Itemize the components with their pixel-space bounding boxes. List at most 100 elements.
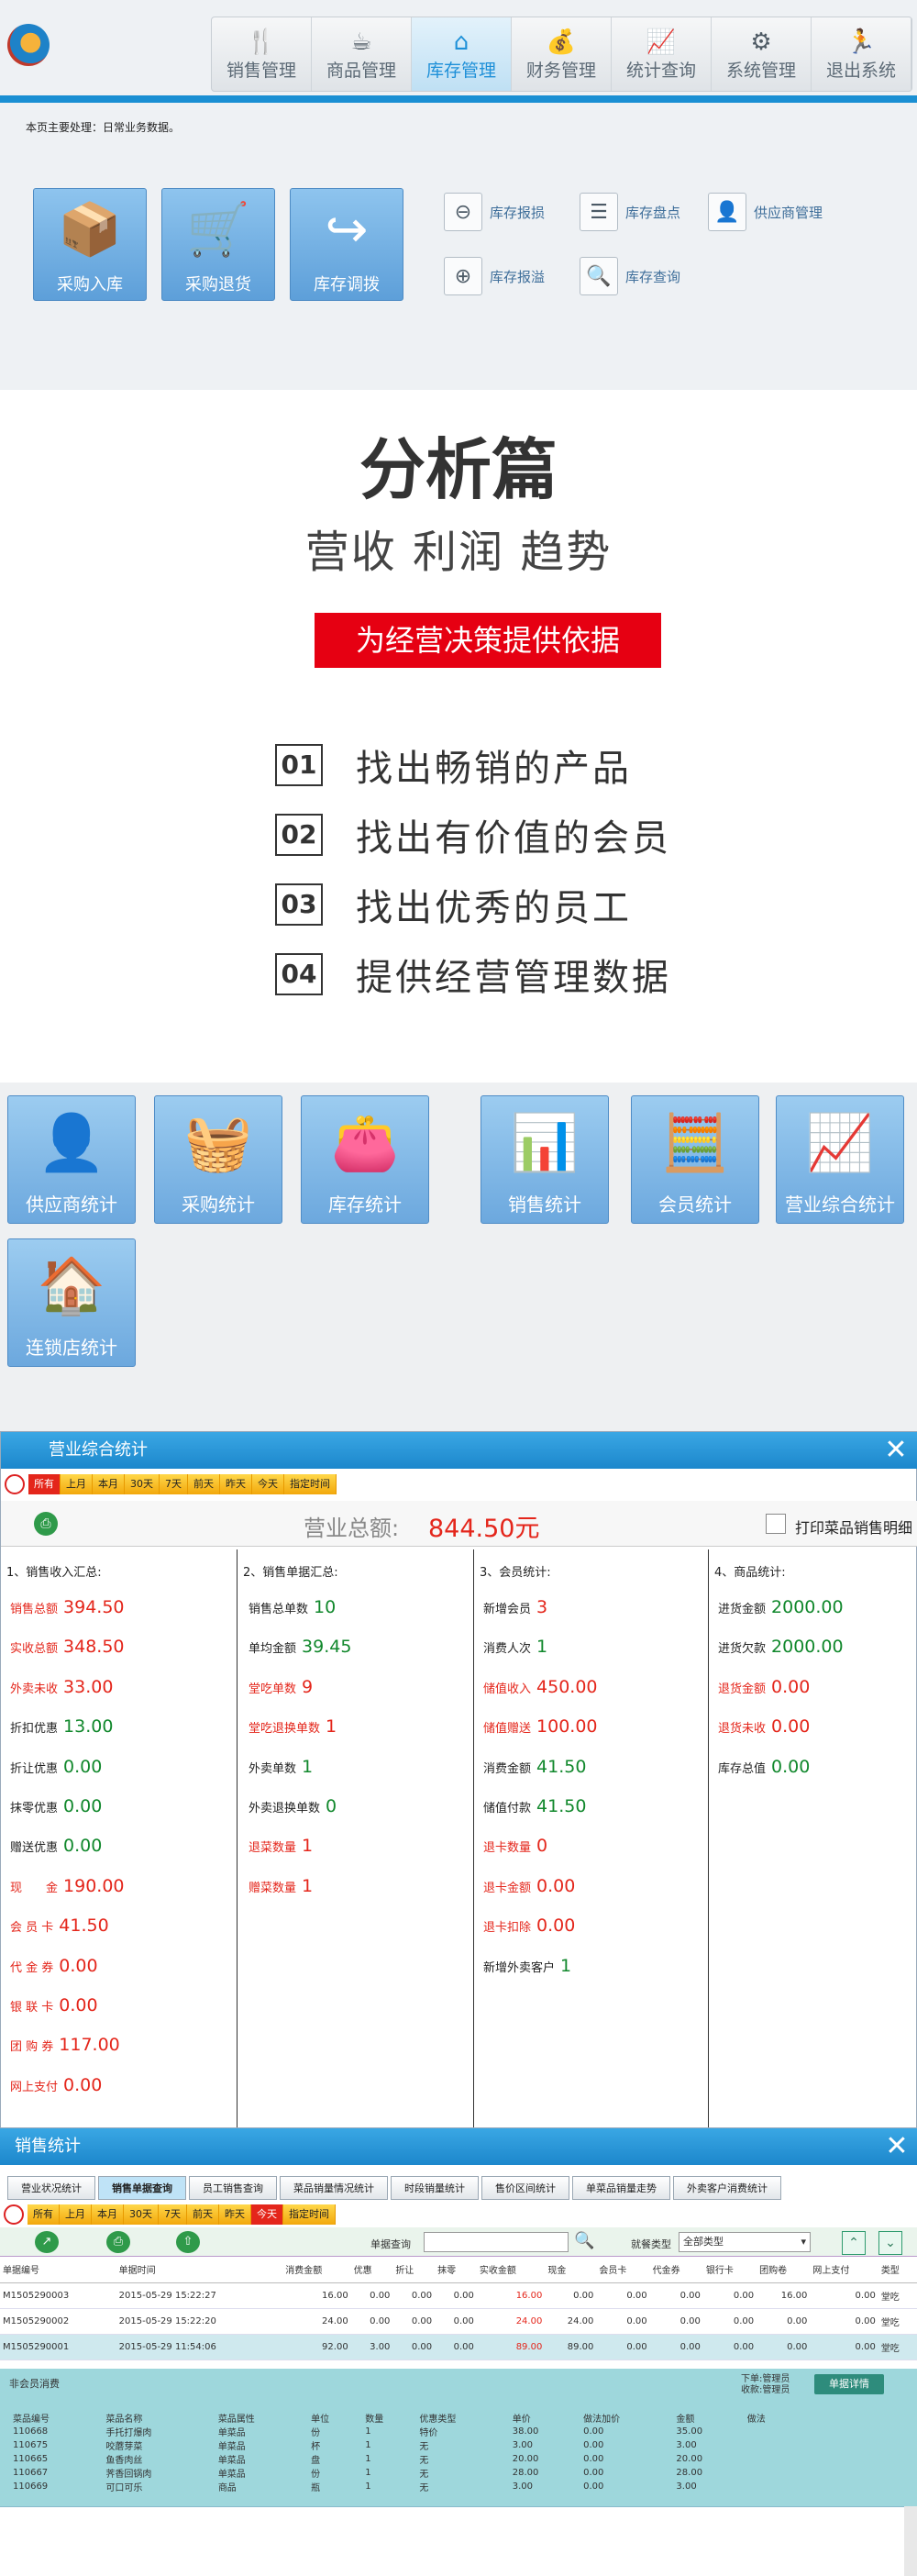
detail-cell: 3.00 [676,2440,697,2450]
nav-item[interactable]: ⚙ 系统管理 [712,17,812,91]
detail-cell [744,2452,798,2466]
tab[interactable]: 外卖客户消费统计 [673,2176,781,2200]
filter-button[interactable]: 指定时间 [283,2204,336,2225]
small-button[interactable]: ⊕ 库存报溢 [444,257,545,295]
stat-label: 退卡扣除 [483,1921,532,1936]
nav-item[interactable]: 🏃 退出系统 [812,17,911,91]
search-icon[interactable]: 🔍 [574,2231,594,2250]
stat-row: 退菜数量 1 [249,1836,313,1856]
small-button[interactable]: ⊖ 库存报损 [444,193,545,231]
printer-icon[interactable]: ⎙ [106,2231,130,2253]
stat-row: 退货未收 0.00 [718,1716,810,1737]
page-up-icon[interactable]: ⌃ [842,2231,866,2255]
page-notice: 本页主要处理：日常业务数据。 [26,121,181,134]
small-button[interactable]: ☰ 库存盘点 [580,193,680,231]
stats-tile[interactable]: 👛 库存统计 [301,1095,429,1224]
tab[interactable]: 员工销售查询 [189,2176,277,2200]
analysis-point: 01 找出畅销的产品 [275,738,632,792]
detail-row[interactable]: 110668 手托打爆肉 单菜品 份 1 特价 38.00 0.00 35.00 [9,2425,798,2438]
filter-button[interactable]: 本月 [92,2204,124,2225]
tab[interactable]: 单菜品销量走势 [572,2176,670,2200]
big-button[interactable]: ↪ 库存调拨 [290,188,403,301]
detail-cell [744,2425,798,2438]
scrollbar[interactable] [904,2506,917,2576]
table-cell: 0.00 [596,2308,650,2335]
close-icon[interactable]: ✕ [882,2132,911,2161]
stat-label: 储值付款 [483,1802,532,1815]
filter-button[interactable]: 前天 [187,2204,219,2225]
detail-cell: 咬蘑芽菜 [105,2442,143,2452]
stats-tile[interactable]: 👤 供应商统计 [7,1095,136,1224]
nav-item[interactable]: 📈 统计查询 [612,17,712,91]
table-cell: 堂吃 [878,2308,917,2335]
filter-button[interactable]: 今天 [252,1474,284,1494]
small-button-label: 库存查询 [625,268,681,285]
tab[interactable]: 售价区间统计 [481,2176,569,2200]
table-cell: 0.00 [757,2334,811,2360]
filter-button[interactable]: 30天 [124,2204,159,2225]
detail-cell: 无 [419,2483,429,2493]
stat-row: 代 金 券 0.00 [10,1956,98,1976]
dining-type-select[interactable]: 全部类型 [679,2232,811,2252]
stat-label: 储值赠送 [483,1722,532,1737]
detail-row[interactable]: 110669 可口可乐 商品 瓶 1 无 3.00 0.00 3.00 [9,2480,798,2493]
stat-label: 折让优惠 [10,1761,59,1776]
tab[interactable]: 菜品销量情况统计 [280,2176,388,2200]
table-row[interactable]: M1505290003 2015-05-29 15:22:27 16.00 0.00 0… [0,2282,917,2309]
query-input[interactable] [424,2232,569,2252]
tab[interactable]: 营业状况统计 [7,2176,95,2200]
sales-date-filter: 所有 上月 本月 30天 7天 前天 昨天 今天 指定时间 [4,2204,336,2226]
stats-tile[interactable]: 📊 销售统计 [481,1095,609,1224]
stat-row: 赠送优惠 0.00 [10,1836,102,1856]
tab[interactable]: 时段销量统计 [391,2176,479,2200]
table-row[interactable]: M1505290002 2015-05-29 15:22:20 24.00 0.00 0… [0,2308,917,2335]
filter-button[interactable]: 所有 [28,2204,60,2225]
analysis-point: 02 找出有价值的会员 [275,808,671,861]
table-cell: 0.00 [702,2282,757,2309]
stats-tile[interactable]: 🏠 连锁店统计 [7,1238,136,1367]
filter-button[interactable]: 指定时间 [284,1474,337,1494]
filter-button[interactable]: 7天 [159,2204,187,2225]
filter-button[interactable]: 今天 [251,2204,283,2225]
page-down-icon[interactable]: ⌄ [878,2231,902,2255]
close-icon[interactable]: ✕ [881,1436,911,1465]
stat-label: 网上支付 [10,2080,59,2094]
stat-label: 赠送优惠 [10,1841,59,1856]
filter-button[interactable]: 昨天 [220,1474,252,1494]
nav-item[interactable]: ☕ 商品管理 [312,17,412,91]
detail-row[interactable]: 110675 咬蘑芽菜 单菜品 杯 1 无 3.00 0.00 3.00 [9,2438,798,2452]
stats-tile[interactable]: 🧮 会员统计 [631,1095,759,1224]
big-button[interactable]: 🛒 采购退货 [161,188,275,301]
nav-item[interactable]: ⌂ 库存管理 [412,17,512,91]
detail-button[interactable]: 单据详情 [814,2374,884,2394]
detail-cell: 杯 [311,2442,321,2452]
tab[interactable]: 销售单据查询 [98,2176,186,2200]
running-man-icon: 🏃 [845,28,877,56]
stats-tile[interactable]: 📈 营业综合统计 [776,1095,904,1224]
filter-button[interactable]: 30天 [125,1474,160,1494]
export-icon[interactable]: ⇧ [176,2231,200,2253]
nav-item-label: 系统管理 [725,60,796,81]
small-button[interactable]: 👤 供应商管理 [708,193,823,231]
detail-row[interactable]: 110665 鱼香肉丝 单菜品 盘 1 无 20.00 0.00 20.00 [9,2452,798,2466]
table-cell: 0.00 [810,2282,878,2309]
stats-tile[interactable]: 🧺 采购统计 [154,1095,282,1224]
filter-button[interactable]: 所有 [28,1474,61,1494]
nav-item[interactable]: 💰 财务管理 [512,17,612,91]
detail-row[interactable]: 110667 荠香回锅肉 单菜品 份 1 无 28.00 0.00 28.00 [9,2466,798,2480]
filter-button[interactable]: 上月 [60,2204,92,2225]
big-button[interactable]: 📦 采购入库 [33,188,147,301]
filter-button[interactable]: 上月 [61,1474,93,1494]
filter-button[interactable]: 本月 [93,1474,125,1494]
filter-button[interactable]: 昨天 [219,2204,251,2225]
print-detail-checkbox[interactable] [766,1514,786,1534]
chart-icon[interactable]: ↗ [35,2231,59,2253]
filter-button[interactable]: 7天 [160,1474,188,1494]
table-cell: 24.00 [476,2308,546,2335]
stat-label: 现 金 [10,1881,59,1895]
printer-icon[interactable]: ⎙ [34,1512,58,1536]
table-row[interactable]: M1505290001 2015-05-29 11:54:06 92.00 3.00 0… [0,2334,917,2360]
filter-button[interactable]: 前天 [188,1474,220,1494]
small-button[interactable]: 🔍 库存查询 [580,257,680,295]
nav-item[interactable]: 🍴 销售管理 [212,17,312,91]
